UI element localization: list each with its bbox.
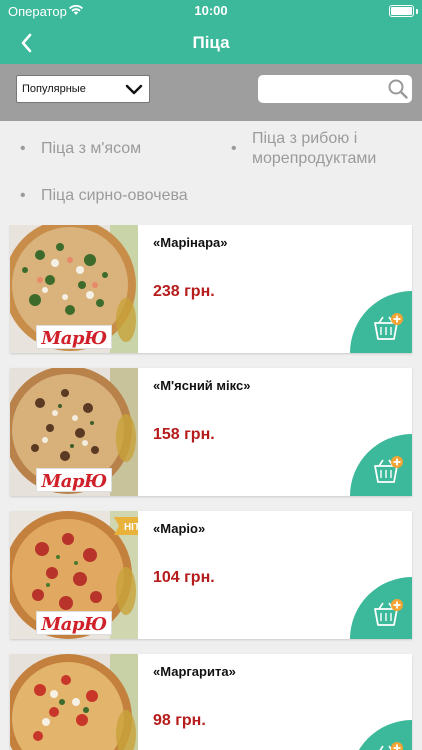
nav-bar: Піца <box>0 22 422 64</box>
bullet: • <box>231 140 237 157</box>
sort-value: Популярные <box>22 83 86 95</box>
page-title: Піца <box>192 33 230 52</box>
hit-badge-text: HIT <box>124 522 138 533</box>
filter-bar: Популярные <box>0 64 422 121</box>
product-price: 158 грн. <box>153 426 215 443</box>
product-name: «Маріо» <box>153 521 206 536</box>
add-to-cart-button[interactable] <box>350 291 412 353</box>
product-name: «М'ясний мікс» <box>153 378 251 393</box>
battery-icon <box>389 5 414 17</box>
clock: 10:00 <box>194 3 228 18</box>
add-to-cart-button[interactable] <box>350 577 412 639</box>
hit-badge: HIT <box>114 517 138 535</box>
status-bar: Оператор 10:00 <box>0 0 422 22</box>
search-box <box>258 75 412 103</box>
add-to-cart-button[interactable] <box>350 434 412 496</box>
basket-plus-icon <box>374 456 403 483</box>
battery-level <box>391 7 412 15</box>
product-image: МарЮ <box>10 368 138 496</box>
brand-logo: МарЮ <box>36 468 112 492</box>
product-image: МарЮ HIT <box>10 511 138 639</box>
product-card[interactable]: «Маргарита» 98 грн. <box>10 654 412 750</box>
brand-logo: МарЮ <box>36 611 112 635</box>
battery-tip <box>416 9 418 14</box>
category-label-line1: Піца з рибою і <box>252 130 358 147</box>
basket-plus-icon <box>379 742 403 750</box>
product-image: МарЮ <box>10 225 138 353</box>
bullet: • <box>20 140 26 157</box>
product-price: 104 грн. <box>153 569 215 586</box>
product-price: 98 грн. <box>153 712 206 729</box>
sort-select[interactable]: Популярные <box>16 75 150 103</box>
brand-logo-text: МарЮ <box>41 328 107 349</box>
category-label: Піца з м'ясом <box>41 140 142 157</box>
basket-plus-icon <box>374 599 403 626</box>
product-name: «Маргарита» <box>153 664 236 679</box>
product-image <box>10 654 138 750</box>
product-list: МарЮ «Марінара» 238 грн. МарЮ «М'ясний м… <box>0 225 422 750</box>
brand-logo-text: МарЮ <box>41 471 107 492</box>
product-name: «Марінара» <box>153 235 228 250</box>
search-icon[interactable] <box>387 78 409 100</box>
brand-logo-text: МарЮ <box>41 614 107 635</box>
category-label-line2: морепродуктами <box>252 150 377 167</box>
category-label: Піца сирно-овочева <box>41 187 188 204</box>
product-card[interactable]: МарЮ «Марінара» 238 грн. <box>10 225 412 353</box>
product-card[interactable]: МарЮ «М'ясний мікс» 158 грн. <box>10 368 412 496</box>
chevron-down-icon <box>125 84 143 95</box>
bullet: • <box>20 187 26 204</box>
search-input[interactable] <box>264 79 382 99</box>
product-price: 238 грн. <box>153 283 215 300</box>
category-list: • Піца з м'ясом • Піца з рибою і морепро… <box>0 121 422 225</box>
add-to-cart-button[interactable] <box>350 720 412 750</box>
basket-plus-icon <box>374 313 403 340</box>
product-card[interactable]: МарЮ HIT «Маріо» 104 грн. <box>10 511 412 639</box>
brand-logo: МарЮ <box>36 325 112 349</box>
